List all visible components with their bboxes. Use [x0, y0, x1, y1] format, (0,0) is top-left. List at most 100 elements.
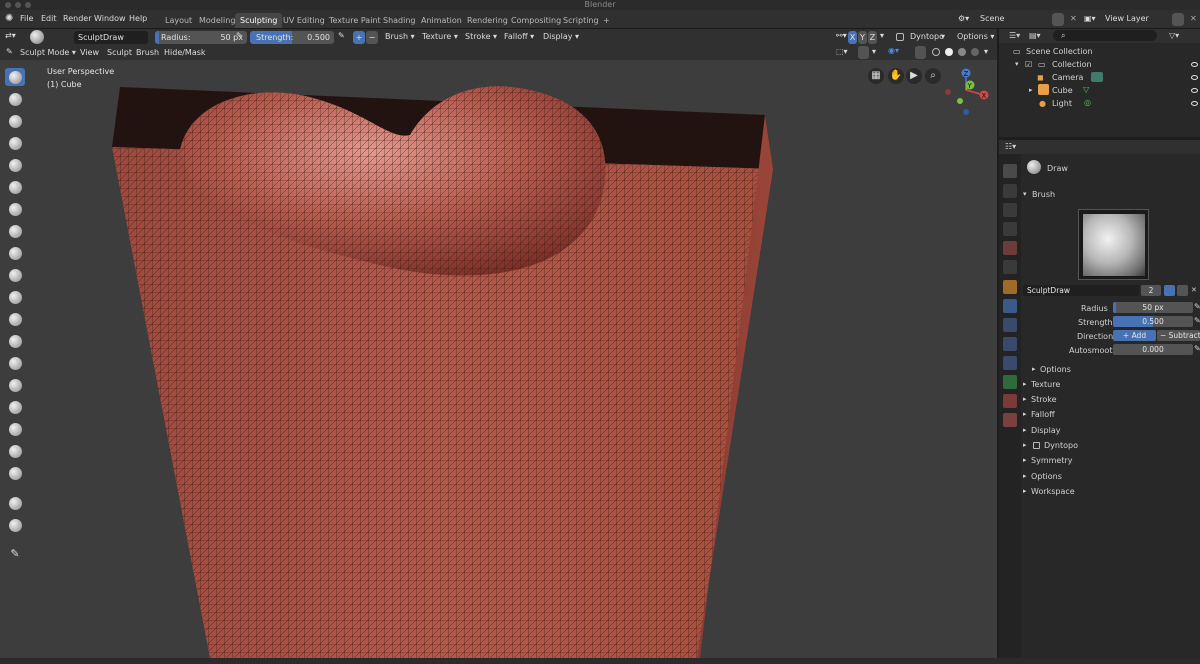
collection-expand-icon[interactable]: ▾: [1015, 60, 1019, 68]
editor-type-icon[interactable]: ⇄▾: [5, 31, 16, 40]
menu-help[interactable]: Help: [129, 14, 147, 23]
object-tab-icon[interactable]: [1003, 280, 1017, 294]
output-tab-icon[interactable]: [1003, 203, 1017, 217]
scene-name[interactable]: Scene: [980, 14, 1004, 23]
view-layer-tab-icon[interactable]: [1003, 222, 1017, 236]
outliner-item-light[interactable]: Light: [1052, 99, 1072, 108]
tool-draw[interactable]: [5, 68, 25, 86]
camera-visibility-icon[interactable]: [1191, 75, 1198, 80]
menu-edit[interactable]: Edit: [41, 14, 57, 23]
direction-subtract-button[interactable]: −: [366, 31, 378, 44]
symmetry-section-label[interactable]: Symmetry: [1031, 456, 1072, 465]
texture-section-toggle-icon[interactable]: ▸: [1023, 380, 1027, 388]
strength-prop-pressure-icon[interactable]: ✎: [1194, 316, 1200, 325]
symmetry-dropdown-icon[interactable]: ▾: [880, 31, 884, 40]
brush-menu-2[interactable]: Brush: [136, 48, 159, 57]
tab-uv-editing[interactable]: UV Editing: [278, 13, 330, 28]
tool-box-mask[interactable]: [5, 494, 25, 512]
cube-expand-icon[interactable]: ▸: [1029, 86, 1033, 94]
options-section-toggle-icon[interactable]: ▸: [1023, 472, 1027, 480]
xray-toggle-icon[interactable]: [915, 46, 926, 59]
tab-modeling[interactable]: Modeling: [194, 13, 240, 28]
scene-collection-label[interactable]: Scene Collection: [1026, 47, 1093, 56]
properties-editor-type-icon[interactable]: ☷▾: [1005, 142, 1016, 151]
brush-section-label[interactable]: Brush: [1032, 190, 1055, 199]
options-menu[interactable]: Options ▾: [957, 32, 994, 41]
navigation-gizmo[interactable]: Z Y X: [938, 64, 994, 120]
object-types-icon[interactable]: ⬚▾: [836, 47, 848, 56]
radius-prop-pressure-icon[interactable]: ✎: [1194, 302, 1200, 311]
strength-pressure-icon[interactable]: ✎: [338, 31, 345, 40]
brush-users-count[interactable]: 2: [1141, 285, 1161, 296]
pan-hand-icon[interactable]: ✋: [888, 68, 904, 84]
tool-flatten[interactable]: [5, 244, 25, 262]
tool-layer[interactable]: [5, 134, 25, 152]
dyntopo-dropdown-icon[interactable]: ▾: [941, 32, 945, 41]
outliner-item-camera[interactable]: Camera: [1052, 73, 1083, 82]
symmetry-section-toggle-icon[interactable]: ▸: [1023, 456, 1027, 464]
sculpt-menu[interactable]: Sculpt: [107, 48, 132, 57]
shading-solid-icon[interactable]: [945, 48, 953, 56]
workspace-section-toggle-icon[interactable]: ▸: [1023, 487, 1027, 495]
tool-box-hide[interactable]: [5, 516, 25, 534]
render-tab-icon[interactable]: [1003, 184, 1017, 198]
brush-section-toggle-icon[interactable]: ▾: [1023, 190, 1027, 198]
tab-sculpting[interactable]: Sculpting: [235, 13, 283, 28]
shading-dropdown-icon[interactable]: ▾: [984, 47, 988, 56]
radius-slider[interactable]: Radius: 50 px: [155, 31, 247, 44]
material-tab-icon[interactable]: [1003, 394, 1017, 408]
constraints-tab-icon[interactable]: [1003, 356, 1017, 370]
menu-render[interactable]: Render: [63, 14, 91, 23]
brush-menu[interactable]: Brush ▾: [385, 32, 415, 41]
autosmooth-pressure-icon[interactable]: ✎: [1194, 344, 1200, 353]
gizmo-dropdown-icon[interactable]: ▾: [872, 47, 876, 56]
tool-snake-hook[interactable]: [5, 354, 25, 372]
maximize-window-button[interactable]: [25, 2, 31, 8]
tool-scrape[interactable]: [5, 288, 25, 306]
dyntopo-checkbox[interactable]: [896, 33, 904, 41]
view-layer-icon[interactable]: ▣▾: [1084, 14, 1096, 23]
tab-layout[interactable]: Layout: [160, 13, 197, 28]
brush-thumbnail-icon[interactable]: [30, 30, 44, 44]
brush-datablock-name[interactable]: SculptDraw: [1023, 285, 1139, 296]
scene-icon[interactable]: ⚙▾: [958, 14, 969, 23]
physics-tab-icon[interactable]: [1003, 337, 1017, 351]
shading-wireframe-icon[interactable]: [932, 48, 940, 56]
symmetry-y-button[interactable]: Y: [858, 31, 867, 44]
grid-view-icon[interactable]: ▦: [868, 68, 884, 84]
outliner-item-cube[interactable]: Cube: [1052, 86, 1073, 95]
stroke-section-toggle-icon[interactable]: ▸: [1023, 395, 1027, 403]
tool-nudge[interactable]: [5, 398, 25, 416]
tool-clay[interactable]: [5, 90, 25, 108]
symmetry-z-button[interactable]: Z: [868, 31, 877, 44]
tool-crease[interactable]: [5, 200, 25, 218]
new-scene-icon[interactable]: [1052, 13, 1064, 26]
new-view-layer-icon[interactable]: [1172, 13, 1184, 26]
dyntopo-section-checkbox[interactable]: [1033, 442, 1040, 449]
3d-viewport[interactable]: User Perspective (1) Cube ▦ ✋ ▶ ⌕ Z Y X: [0, 60, 997, 658]
mode-selector[interactable]: Sculpt Mode ▾: [20, 48, 76, 57]
options-subpanel-label[interactable]: Options: [1040, 365, 1071, 374]
tab-shading[interactable]: Shading: [378, 13, 421, 28]
menu-window[interactable]: Window: [94, 14, 126, 23]
delete-view-layer-icon[interactable]: ✕: [1190, 14, 1197, 23]
falloff-menu[interactable]: Falloff ▾: [504, 32, 534, 41]
strength-slider[interactable]: Strength: 0.500: [250, 31, 334, 44]
radius-prop-field[interactable]: 50 px: [1113, 302, 1193, 313]
tool-thumb[interactable]: [5, 376, 25, 394]
unlink-brush-icon[interactable]: ✕: [1191, 286, 1197, 294]
texture-section-label[interactable]: Texture: [1031, 380, 1060, 389]
camera-view-icon[interactable]: ▶: [906, 68, 922, 84]
display-section-toggle-icon[interactable]: ▸: [1023, 426, 1027, 434]
tool-simplify[interactable]: [5, 442, 25, 460]
tool-pinch[interactable]: [5, 310, 25, 328]
autosmooth-prop-field[interactable]: 0.000: [1113, 344, 1193, 355]
world-tab-icon[interactable]: [1003, 260, 1017, 274]
modifier-tab-icon[interactable]: [1003, 299, 1017, 313]
options-section-label[interactable]: Options: [1031, 472, 1062, 481]
collection-label[interactable]: Collection: [1052, 60, 1092, 69]
add-workspace-button[interactable]: +: [598, 13, 615, 28]
workspace-section-label[interactable]: Workspace: [1031, 487, 1075, 496]
tool-mask[interactable]: [5, 464, 25, 482]
tab-animation[interactable]: Animation: [416, 13, 467, 28]
